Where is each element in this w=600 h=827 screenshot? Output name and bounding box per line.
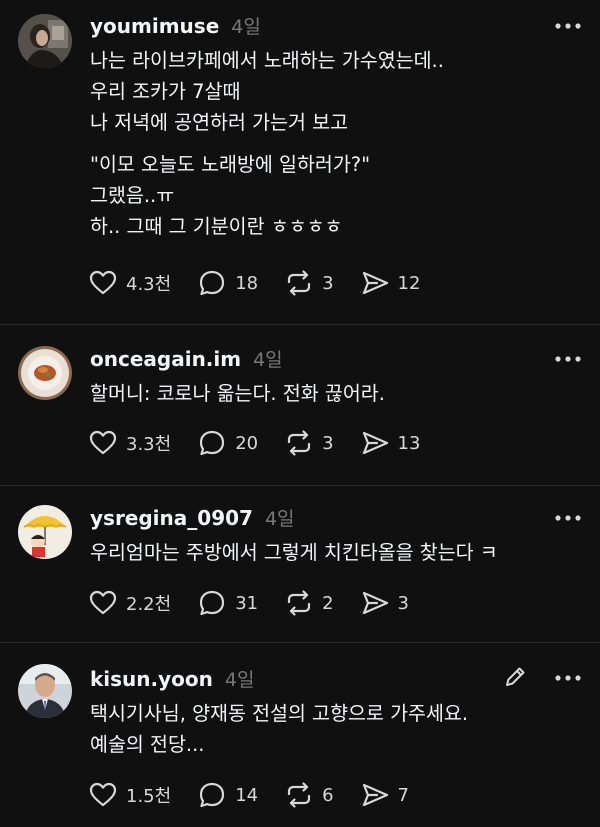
share-count: 3 xyxy=(397,592,409,614)
post-actions: 1.5천 14 6 7 xyxy=(88,780,435,810)
username[interactable]: youmimuse xyxy=(90,14,219,38)
post-actions: 2.2천 31 2 3 xyxy=(88,588,435,618)
comment-count: 18 xyxy=(235,272,259,294)
repost-icon xyxy=(284,268,314,298)
repost-icon xyxy=(284,588,314,618)
heart-icon xyxy=(88,588,118,618)
post-line: 우리 조카가 7살때 xyxy=(90,80,241,103)
repost-count: 2 xyxy=(322,592,334,614)
comment-count: 31 xyxy=(235,592,259,614)
heart-icon xyxy=(88,780,118,810)
post-line: 우리엄마는 주방에서 그렇게 치킨타올을 찾는다 ㅋ xyxy=(90,541,498,564)
send-icon xyxy=(360,588,390,618)
post-line: 택시기사님, 양재동 전설의 고향으로 가주세요. xyxy=(90,702,469,725)
post-line: 할머니: 코로나 옮는다. 전화 끊어라. xyxy=(90,382,385,405)
share-button[interactable]: 12 xyxy=(360,268,421,298)
post-body: 택시기사님, 양재동 전설의 고향으로 가주세요. 예술의 전당... xyxy=(90,698,468,760)
repost-icon xyxy=(284,780,314,810)
post-line: 나는 라이브카페에서 노래하는 가수였는데.. xyxy=(90,49,444,72)
post-line: 그랬음..ㅠ xyxy=(90,184,175,207)
send-icon xyxy=(360,268,390,298)
like-count: 2.2천 xyxy=(126,594,172,615)
comment-button[interactable]: 14 xyxy=(197,780,258,810)
share-count: 7 xyxy=(397,784,409,806)
like-button[interactable]: 2.2천 xyxy=(88,588,171,618)
repost-count: 6 xyxy=(322,784,334,806)
like-count: 4.3천 xyxy=(126,274,172,295)
post-body: 할머니: 코로나 옮는다. 전화 끊어라. xyxy=(90,378,385,409)
repost-button[interactable]: 6 xyxy=(284,780,334,810)
post-line: "이모 오늘도 노래방에 일하러가?" xyxy=(90,153,371,176)
share-button[interactable]: 3 xyxy=(360,588,409,618)
pencil-icon[interactable] xyxy=(502,664,528,690)
more-horizontal-icon[interactable] xyxy=(554,20,582,32)
more-horizontal-icon[interactable] xyxy=(554,512,582,524)
post-youmimuse[interactable]: youmimuse 4일 나는 라이브카페에서 노래하는 가수였는데.. 우리 … xyxy=(0,0,600,325)
more-horizontal-icon[interactable] xyxy=(554,672,582,684)
comment-bubble-icon xyxy=(197,780,227,810)
post-kisun-yoon[interactable]: kisun.yoon 4일 택시기사님, 양재동 전설의 고향으로 가주세요. … xyxy=(0,642,600,827)
comment-button[interactable]: 18 xyxy=(197,268,258,298)
post-time: 4일 xyxy=(253,349,283,371)
post-onceagain[interactable]: onceagain.im 4일 할머니: 코로나 옮는다. 전화 끊어라. 3.… xyxy=(0,324,600,486)
like-button[interactable]: 3.3천 xyxy=(88,428,171,458)
share-count: 13 xyxy=(397,432,421,454)
comment-bubble-icon xyxy=(197,588,227,618)
comment-bubble-icon xyxy=(197,268,227,298)
repost-count: 3 xyxy=(322,432,334,454)
avatar[interactable] xyxy=(18,346,72,400)
post-time: 4일 xyxy=(264,508,295,530)
repost-button[interactable]: 2 xyxy=(284,588,334,618)
comment-count: 20 xyxy=(235,432,259,454)
share-button[interactable]: 7 xyxy=(360,780,409,810)
comment-bubble-icon xyxy=(197,428,227,458)
repost-button[interactable]: 3 xyxy=(284,428,334,458)
heart-icon xyxy=(88,268,118,298)
comment-button[interactable]: 20 xyxy=(197,428,258,458)
username[interactable]: kisun.yoon xyxy=(90,667,213,691)
like-count: 1.5천 xyxy=(126,786,172,807)
post-line: 하.. 그때 그 기분이란 ㅎㅎㅎㅎ xyxy=(90,215,343,238)
avatar[interactable] xyxy=(18,505,72,559)
repost-count: 3 xyxy=(322,272,334,294)
like-count: 3.3천 xyxy=(126,434,172,455)
post-time: 4일 xyxy=(231,16,261,38)
post-actions: 4.3천 18 3 12 xyxy=(88,268,446,298)
post-time: 4일 xyxy=(224,669,255,691)
send-icon xyxy=(360,780,390,810)
post-line: 나 저녁에 공연하러 가는거 보고 xyxy=(90,111,349,134)
heart-icon xyxy=(88,428,118,458)
comment-count: 14 xyxy=(235,784,259,806)
share-count: 12 xyxy=(397,272,421,294)
comment-button[interactable]: 31 xyxy=(197,588,258,618)
send-icon xyxy=(360,428,390,458)
like-button[interactable]: 1.5천 xyxy=(88,780,171,810)
share-button[interactable]: 13 xyxy=(360,428,421,458)
repost-button[interactable]: 3 xyxy=(284,268,334,298)
more-horizontal-icon[interactable] xyxy=(554,353,582,365)
post-actions: 3.3천 20 3 13 xyxy=(88,428,446,458)
avatar[interactable] xyxy=(18,14,72,68)
username[interactable]: onceagain.im xyxy=(90,347,241,371)
post-line: 예술의 전당... xyxy=(90,733,205,756)
post-body: 나는 라이브카페에서 노래하는 가수였는데.. 우리 조카가 7살때 나 저녁에… xyxy=(90,45,444,242)
post-body: 우리엄마는 주방에서 그렇게 치킨타올을 찾는다 ㅋ xyxy=(90,537,498,568)
username[interactable]: ysregina_0907 xyxy=(90,506,253,530)
post-ysregina[interactable]: ysregina_0907 4일 우리엄마는 주방에서 그렇게 치킨타올을 찾는… xyxy=(0,485,600,643)
repost-icon xyxy=(284,428,314,458)
like-button[interactable]: 4.3천 xyxy=(88,268,171,298)
avatar[interactable] xyxy=(18,664,72,718)
